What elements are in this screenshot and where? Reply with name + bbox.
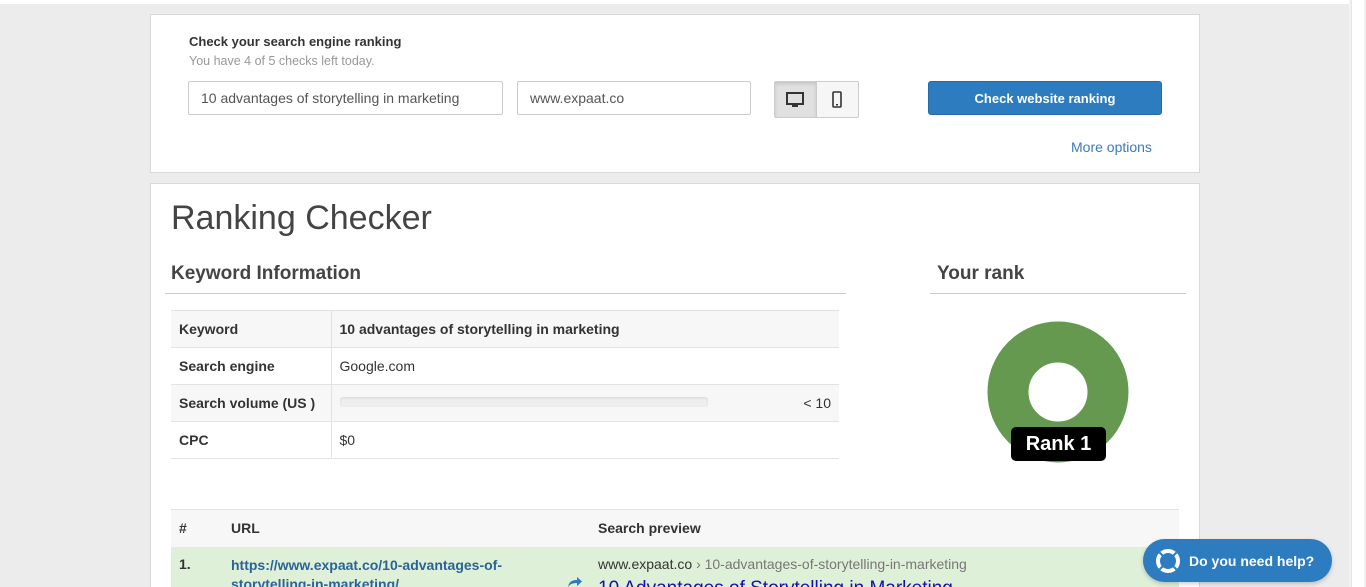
search-engine-value: Google.com (331, 347, 839, 385)
scrollbar[interactable] (1349, 0, 1366, 587)
help-label: Do you need help? (1189, 552, 1315, 569)
result-preview-cell: www.expaat.co › 10-advantages-of-storyte… (590, 546, 1179, 587)
preview-title: 10 Advantages of Storytelling in Marketi… (598, 578, 1171, 587)
preview-domain: www.expaat.co (598, 555, 693, 572)
table-row: Keyword 10 advantages of storytelling in… (171, 310, 839, 348)
col-header-preview: Search preview (590, 509, 1179, 547)
help-button[interactable]: Do you need help? (1143, 539, 1332, 582)
keyword-label: Keyword (171, 310, 332, 348)
checks-left-text: You have 4 of 5 checks left today. (189, 54, 375, 68)
check-website-ranking-button[interactable]: Check website ranking (928, 81, 1162, 115)
search-volume-value: < 10 (803, 395, 831, 411)
divider (165, 293, 846, 294)
share-icon[interactable] (567, 576, 583, 587)
mobile-button[interactable] (817, 82, 859, 117)
result-number: 1. (171, 546, 223, 587)
keyword-value: 10 advantages of storytelling in marketi… (331, 310, 839, 348)
desktop-button[interactable] (775, 82, 817, 117)
col-header-url: URL (223, 509, 590, 547)
mobile-icon (832, 91, 843, 108)
result-url-cell: https://www.expaat.co/10-advantages-of-s… (223, 546, 590, 587)
top-strip (0, 0, 1366, 4)
ranking-form-card: Check your search engine ranking You hav… (150, 14, 1200, 173)
keyword-input[interactable]: 10 advantages of storytelling in marketi… (188, 81, 503, 115)
search-volume-cell: < 10 (331, 384, 839, 422)
preview-url: www.expaat.co › 10-advantages-of-storyte… (598, 556, 1171, 572)
lifebuoy-icon (1156, 548, 1180, 573)
search-volume-bar (339, 397, 708, 407)
table-row: Search volume (US ) < 10 (171, 384, 839, 422)
scrollbar-thumb[interactable] (1351, 0, 1364, 587)
keyword-information-heading: Keyword Information (171, 263, 362, 284)
cpc-label: CPC (171, 421, 332, 459)
cpc-value: $0 (331, 421, 839, 459)
preview-path: › 10-advantages-of-storytelling-in-marke… (696, 555, 967, 572)
desktop-icon (786, 91, 805, 107)
col-header-num: # (171, 509, 223, 547)
rank-badge: Rank 1 (1011, 427, 1106, 461)
keyword-info-table: Keyword 10 advantages of storytelling in… (171, 310, 839, 459)
more-options-link[interactable]: More options (1071, 139, 1152, 155)
form-title: Check your search engine ranking (189, 34, 402, 49)
domain-input[interactable]: www.expaat.co (517, 81, 751, 115)
your-rank-heading: Your rank (937, 263, 1025, 284)
table-row: 1. https://www.expaat.co/10-advantages-o… (171, 546, 1179, 587)
results-card: Ranking Checker Keyword Information Your… (150, 183, 1200, 587)
table-row: Search engine Google.com (171, 347, 839, 385)
divider (930, 293, 1186, 294)
table-header-row: # URL Search preview (171, 509, 1179, 547)
result-url-link[interactable]: https://www.expaat.co/10-advantages-of-s… (231, 556, 561, 587)
table-row: CPC $0 (171, 421, 839, 459)
search-engine-label: Search engine (171, 347, 332, 385)
results-table: # URL Search preview 1. https://www.expa… (171, 509, 1179, 587)
search-volume-label: Search volume (US ) (171, 384, 332, 422)
page-title: Ranking Checker (171, 199, 432, 237)
device-toggle (774, 81, 859, 118)
